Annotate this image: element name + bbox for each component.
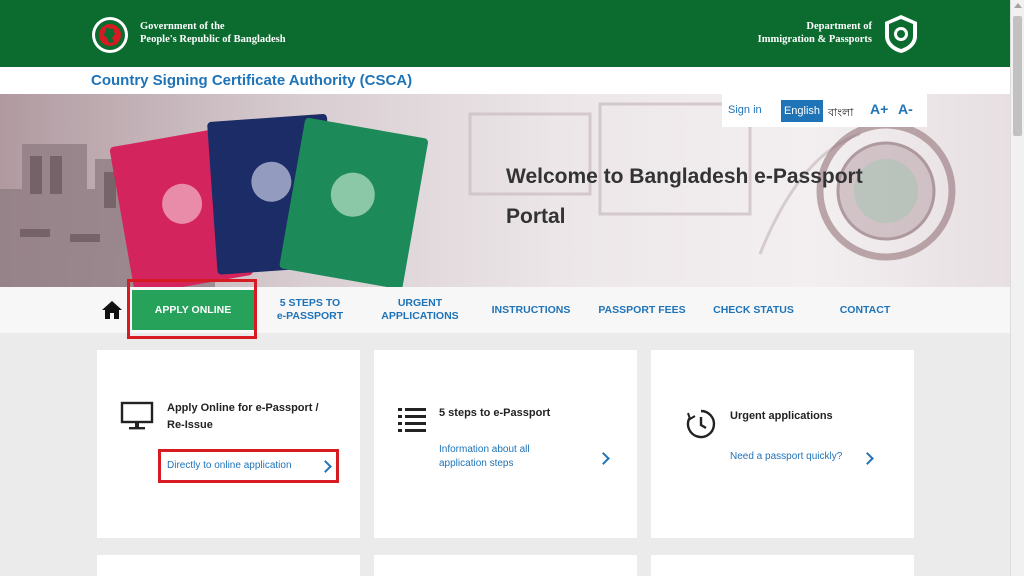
chevron-right-icon[interactable] xyxy=(861,452,874,465)
apply-online-button[interactable]: APPLY ONLINE xyxy=(132,290,254,330)
application-steps-link[interactable]: Information about all application steps xyxy=(439,443,530,471)
department-title: Department of Immigration & Passports xyxy=(757,21,872,45)
english-language-button[interactable]: English xyxy=(781,100,823,122)
card-urgent-applications: Urgent applications Need a passport quic… xyxy=(651,350,914,538)
page-scrollbar[interactable] xyxy=(1010,0,1024,576)
hero-banner: Sign in English বাংলা A+ A- Welcome to B… xyxy=(0,94,1010,287)
card-5-steps-title: 5 steps to e-Passport xyxy=(439,407,551,419)
increase-font-button[interactable]: A+ xyxy=(870,101,888,117)
nav-contact[interactable]: CONTACT xyxy=(826,287,904,333)
nav-check-status[interactable]: CHECK STATUS xyxy=(706,287,801,333)
nav-urgent-applications[interactable]: URGENT APPLICATIONS xyxy=(370,287,470,333)
bangladesh-emblem-icon[interactable] xyxy=(91,16,129,54)
scroll-thumb[interactable] xyxy=(1013,16,1022,136)
home-icon[interactable] xyxy=(101,299,123,321)
passport-department-emblem-icon[interactable] xyxy=(882,14,920,54)
hero-title: Welcome to Bangladesh e-Passport Portal xyxy=(506,165,863,228)
chevron-right-icon[interactable] xyxy=(597,452,610,465)
language-bar: Sign in English বাংলা A+ A- xyxy=(722,94,927,127)
bangla-language-link[interactable]: বাংলা xyxy=(828,104,853,123)
decrease-font-button[interactable]: A- xyxy=(898,101,913,117)
sign-in-link[interactable]: Sign in xyxy=(728,104,762,116)
list-icon xyxy=(398,408,426,432)
clock-icon xyxy=(686,409,716,439)
csca-bar: Country Signing Certificate Authority (C… xyxy=(0,67,1010,94)
scroll-up-arrow-icon[interactable] xyxy=(1014,3,1022,8)
monitor-icon xyxy=(120,401,154,430)
card-partial xyxy=(374,555,637,576)
nav-passport-fees[interactable]: PASSPORT FEES xyxy=(592,287,692,333)
card-apply-online: Apply Online for e-Passport / Re-Issue D… xyxy=(97,350,360,538)
online-application-highlight xyxy=(158,449,339,483)
card-partial xyxy=(651,555,914,576)
nav-5-steps[interactable]: 5 STEPS TO e-PASSPORT xyxy=(265,287,355,333)
card-partial xyxy=(97,555,360,576)
top-header: Government of the People's Republic of B… xyxy=(0,0,1010,67)
nav-instructions[interactable]: INSTRUCTIONS xyxy=(486,287,576,333)
government-title: Government of the People's Republic of B… xyxy=(140,21,286,45)
main-navigation: APPLY ONLINE 5 STEPS TO e-PASSPORT URGENT… xyxy=(0,279,1010,339)
card-apply-online-title: Apply Online for e-Passport / Re-Issue xyxy=(167,402,319,431)
need-passport-quickly-link[interactable]: Need a passport quickly? xyxy=(730,450,842,464)
card-5-steps: 5 steps to e-Passport Information about … xyxy=(374,350,637,538)
csca-link[interactable]: Country Signing Certificate Authority (C… xyxy=(91,72,412,89)
card-urgent-title: Urgent applications xyxy=(730,410,833,422)
